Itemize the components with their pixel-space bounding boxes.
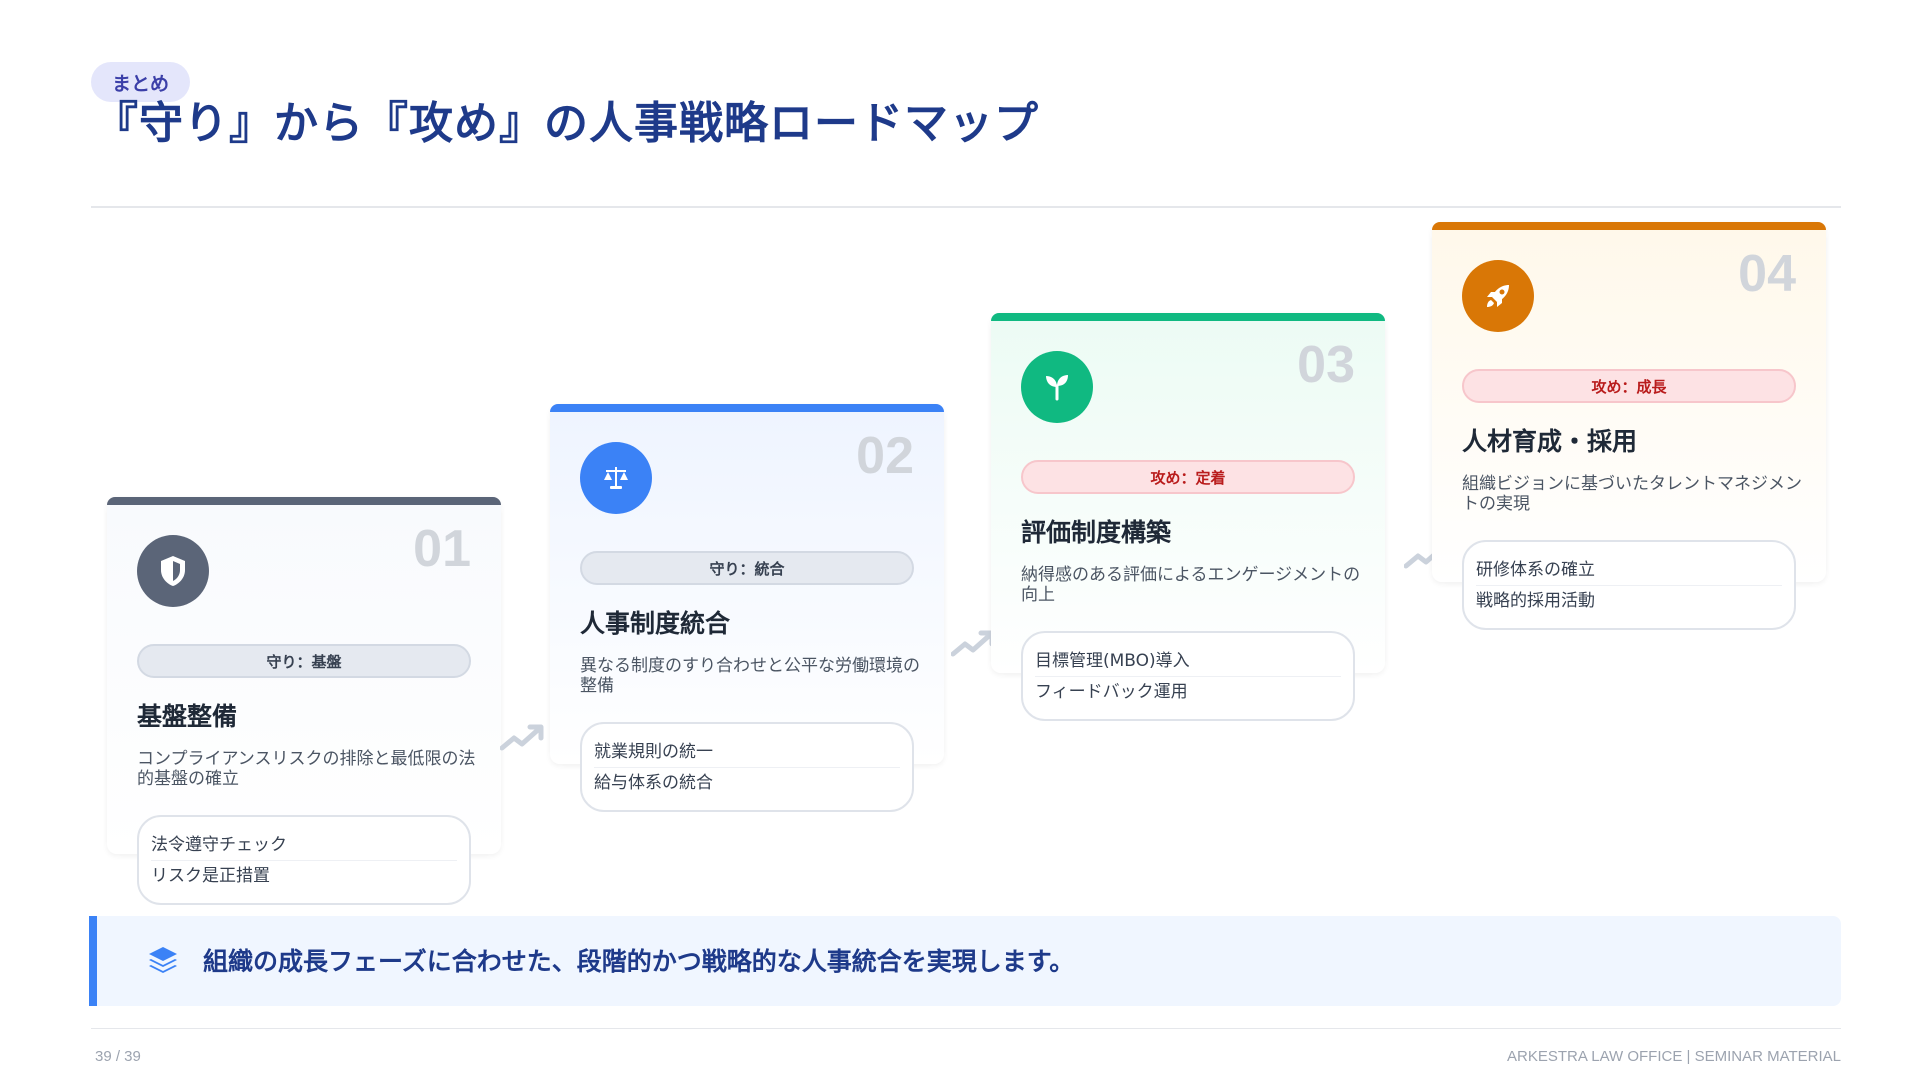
shield-icon: [137, 535, 209, 607]
step-checklist: 就業規則の統一 給与体系の統合: [580, 722, 914, 812]
step-checklist: 目標管理(MBO)導入 フィードバック運用: [1021, 631, 1355, 721]
rocket-icon: [1462, 260, 1534, 332]
list-item: リスク是正措置: [151, 860, 457, 891]
step-tag: 守り：統合: [580, 551, 914, 585]
step-card-3: 03 攻め：定着 評価制度構築 納得感のある評価によるエンゲージメントの向上 目…: [991, 313, 1385, 721]
list-item: 戦略的採用活動: [1476, 585, 1782, 616]
list-item: フィードバック運用: [1035, 676, 1341, 707]
footer-brand: ARKESTRA LAW OFFICE | SEMINAR MATERIAL: [1507, 1048, 1841, 1065]
step-title: 基盤整備: [137, 702, 238, 731]
card-accent-bar: [1432, 222, 1826, 230]
list-item: 研修体系の確立: [1476, 560, 1595, 580]
layers-icon: [149, 947, 177, 973]
summary-text: 組織の成長フェーズに合わせた、段階的かつ戦略的な人事統合を実現します。: [203, 947, 1075, 976]
step-checklist: 法令遵守チェック リスク是正措置: [137, 815, 471, 905]
card-accent-bar: [107, 497, 501, 505]
step-checklist: 研修体系の確立 戦略的採用活動: [1462, 540, 1796, 630]
sprout-icon: [1021, 351, 1093, 423]
trend-arrow-icon: [500, 724, 544, 751]
list-item: 目標管理(MBO)導入: [1035, 651, 1190, 671]
step-card-4: 04 攻め：成長 人材育成・採用 組織ビジョンに基づいたタレントマネジメントの実…: [1432, 222, 1826, 630]
step-tag: 攻め：定着: [1021, 460, 1355, 494]
step-number: 04: [1738, 245, 1796, 303]
page-title: 『守り』から『攻め』の人事戦略ロードマップ: [94, 98, 1039, 149]
step-tag: 守り：基盤: [137, 644, 471, 678]
title-divider: [91, 206, 1841, 208]
step-number: 02: [856, 427, 914, 485]
step-card-2: 02 守り：統合 人事制度統合 異なる制度のすり合わせと公平な労働環境の整備 就…: [550, 404, 944, 812]
step-title: 人材育成・採用: [1462, 427, 1638, 456]
summary-banner: 組織の成長フェーズに合わせた、段階的かつ戦略的な人事統合を実現します。: [89, 916, 1841, 1006]
list-item: 法令遵守チェック: [151, 835, 287, 855]
step-description: 納得感のある評価によるエンゲージメントの向上: [1021, 565, 1361, 605]
step-description: コンプライアンスリスクの排除と最低限の法的基盤の確立: [137, 749, 476, 789]
list-item: 就業規則の統一: [594, 742, 713, 762]
step-card-1: 01 守り：基盤 基盤整備 コンプライアンスリスクの排除と最低限の法的基盤の確立…: [107, 497, 501, 905]
card-accent-bar: [991, 313, 1385, 321]
card-accent-bar: [550, 404, 944, 412]
step-number: 01: [413, 520, 471, 578]
page-number: 39 / 39: [95, 1048, 141, 1065]
step-tag: 攻め：成長: [1462, 369, 1796, 403]
step-description: 異なる制度のすり合わせと公平な労働環境の整備: [580, 656, 920, 696]
step-number: 03: [1297, 336, 1355, 394]
step-title: 評価制度構築: [1021, 518, 1172, 547]
footer-divider: [91, 1028, 1841, 1029]
step-description: 組織ビジョンに基づいたタレントマネジメントの実現: [1462, 474, 1802, 514]
step-title: 人事制度統合: [580, 609, 731, 638]
list-item: 給与体系の統合: [594, 767, 900, 798]
scale-icon: [580, 442, 652, 514]
